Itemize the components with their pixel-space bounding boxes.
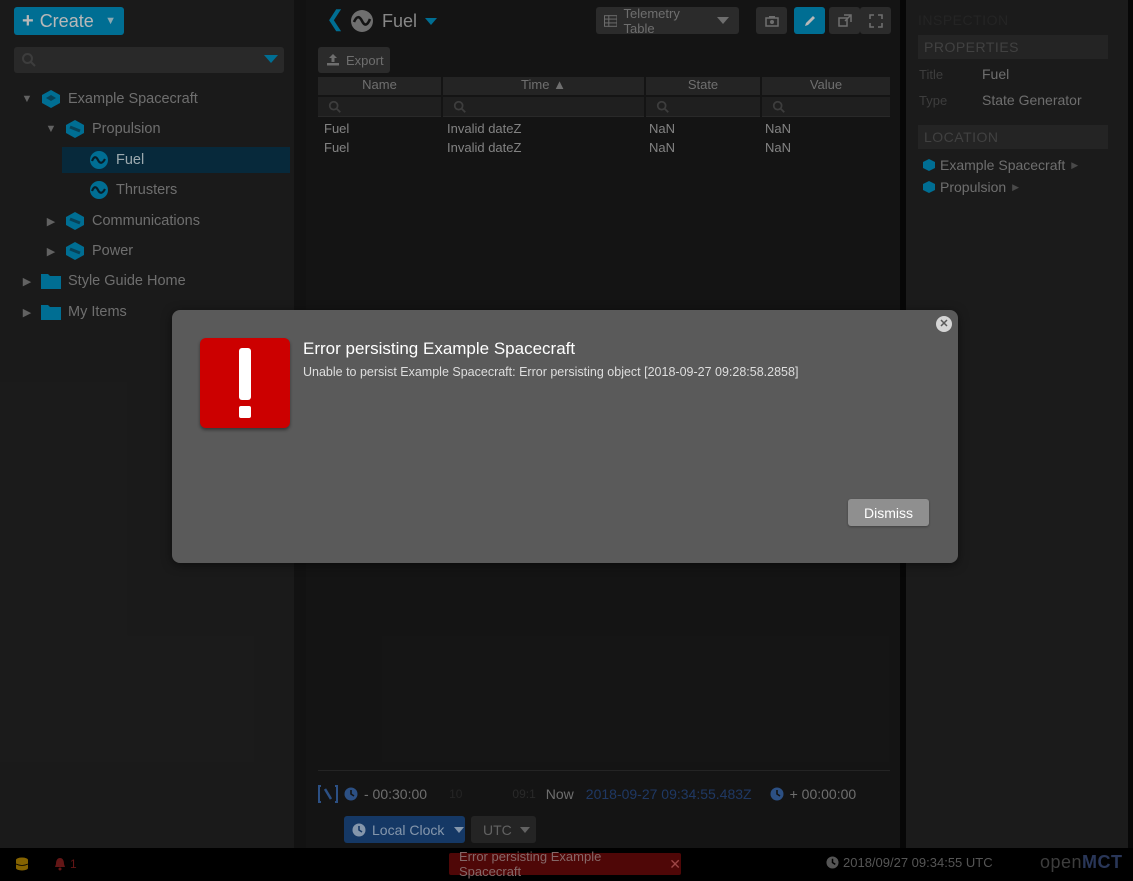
- exclamation-bar: [239, 348, 251, 400]
- dialog-title: Error persisting Example Spacecraft: [303, 339, 576, 358]
- dismiss-button[interactable]: Dismiss: [848, 499, 929, 526]
- close-icon[interactable]: ✕: [936, 316, 952, 332]
- error-dialog: Error persisting Example Spacecraft Unab…: [172, 310, 958, 563]
- exclamation-dot: [239, 406, 251, 418]
- error-alert-icon: [200, 338, 290, 428]
- dialog-message: Unable to persist Example Spacecraft: Er…: [303, 365, 799, 379]
